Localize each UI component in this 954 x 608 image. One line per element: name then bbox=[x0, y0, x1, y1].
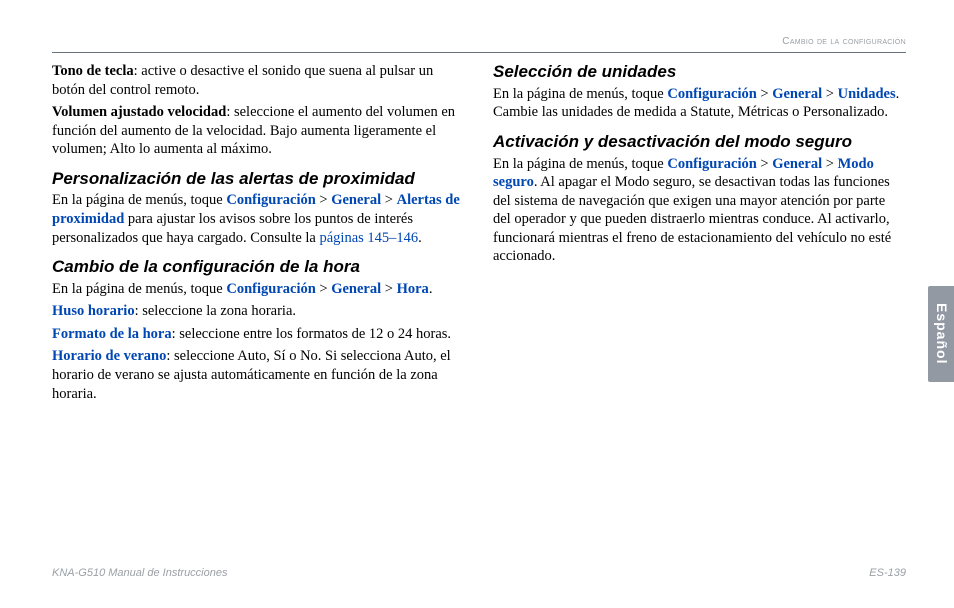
footer: KNA-G510 Manual de Instrucciones ES-139 bbox=[52, 566, 906, 580]
link-general[interactable]: General bbox=[331, 281, 381, 297]
huso-paragraph: Huso horario: seleccione la zona horaria… bbox=[52, 302, 465, 321]
section-title-alertas: Personalización de las alertas de proxim… bbox=[52, 169, 465, 190]
period: . bbox=[429, 281, 433, 297]
unidades-pre: En la página de menús, toque bbox=[493, 86, 667, 102]
hora-pre: En la página de menús, toque bbox=[52, 281, 226, 297]
hora-nav-paragraph: En la página de menús, toque Configuraci… bbox=[52, 280, 465, 299]
sep-gt: > bbox=[316, 281, 331, 297]
link-pages[interactable]: páginas 145–146 bbox=[320, 230, 419, 246]
unidades-paragraph: En la página de menús, toque Configuraci… bbox=[493, 85, 906, 122]
section-title-hora: Cambio de la configuración de la hora bbox=[52, 257, 465, 278]
left-column: Tono de tecla: active o desactive el son… bbox=[52, 62, 465, 403]
content-columns: Tono de tecla: active o desactive el son… bbox=[52, 62, 906, 403]
section-title-modo-seguro: Activación y desactivación del modo segu… bbox=[493, 132, 906, 153]
header-rule bbox=[52, 52, 906, 53]
link-general[interactable]: General bbox=[772, 156, 822, 172]
section-title-unidades: Selección de unidades bbox=[493, 62, 906, 83]
sep-gt: > bbox=[757, 156, 772, 172]
link-unidades[interactable]: Unidades bbox=[838, 86, 896, 102]
tono-paragraph: Tono de tecla: active o desactive el son… bbox=[52, 62, 465, 99]
link-general[interactable]: General bbox=[331, 192, 381, 208]
formato-text: : seleccione entre los formatos de 12 o … bbox=[172, 326, 451, 342]
modo-paragraph: En la página de menús, toque Configuraci… bbox=[493, 155, 906, 266]
link-hora[interactable]: Hora bbox=[397, 281, 429, 297]
sep-gt: > bbox=[757, 86, 772, 102]
link-configuracion[interactable]: Configuración bbox=[226, 281, 315, 297]
link-configuracion[interactable]: Configuración bbox=[226, 192, 315, 208]
period: . bbox=[418, 230, 422, 246]
right-column: Selección de unidades En la página de me… bbox=[493, 62, 906, 403]
footer-right: ES-139 bbox=[869, 566, 906, 580]
sep-gt: > bbox=[822, 86, 837, 102]
modo-post: . Al apagar el Modo seguro, se desactiva… bbox=[493, 174, 891, 264]
huso-label: Huso horario bbox=[52, 303, 135, 319]
alertas-pre: En la página de menús, toque bbox=[52, 192, 226, 208]
volumen-label: Volumen ajustado velocidad bbox=[52, 104, 226, 120]
volumen-paragraph: Volumen ajustado velocidad: seleccione e… bbox=[52, 103, 465, 159]
huso-text: : seleccione la zona horaria. bbox=[135, 303, 296, 319]
running-header: Cambio de la configuración bbox=[782, 36, 906, 49]
sep-gt: > bbox=[822, 156, 837, 172]
language-tab[interactable]: Español bbox=[928, 286, 954, 382]
alertas-paragraph: En la página de menús, toque Configuraci… bbox=[52, 191, 465, 247]
formato-label: Formato de la hora bbox=[52, 326, 172, 342]
sep-gt: > bbox=[381, 281, 396, 297]
link-configuracion[interactable]: Configuración bbox=[667, 86, 756, 102]
link-general[interactable]: General bbox=[772, 86, 822, 102]
link-configuracion[interactable]: Configuración bbox=[667, 156, 756, 172]
sep-gt: > bbox=[316, 192, 331, 208]
formato-paragraph: Formato de la hora: seleccione entre los… bbox=[52, 325, 465, 344]
footer-left: KNA-G510 Manual de Instrucciones bbox=[52, 566, 227, 580]
modo-pre: En la página de menús, toque bbox=[493, 156, 667, 172]
sep-gt: > bbox=[381, 192, 396, 208]
tono-label: Tono de tecla bbox=[52, 63, 134, 79]
verano-paragraph: Horario de verano: seleccione Auto, Sí o… bbox=[52, 347, 465, 403]
verano-label: Horario de verano bbox=[52, 348, 166, 364]
